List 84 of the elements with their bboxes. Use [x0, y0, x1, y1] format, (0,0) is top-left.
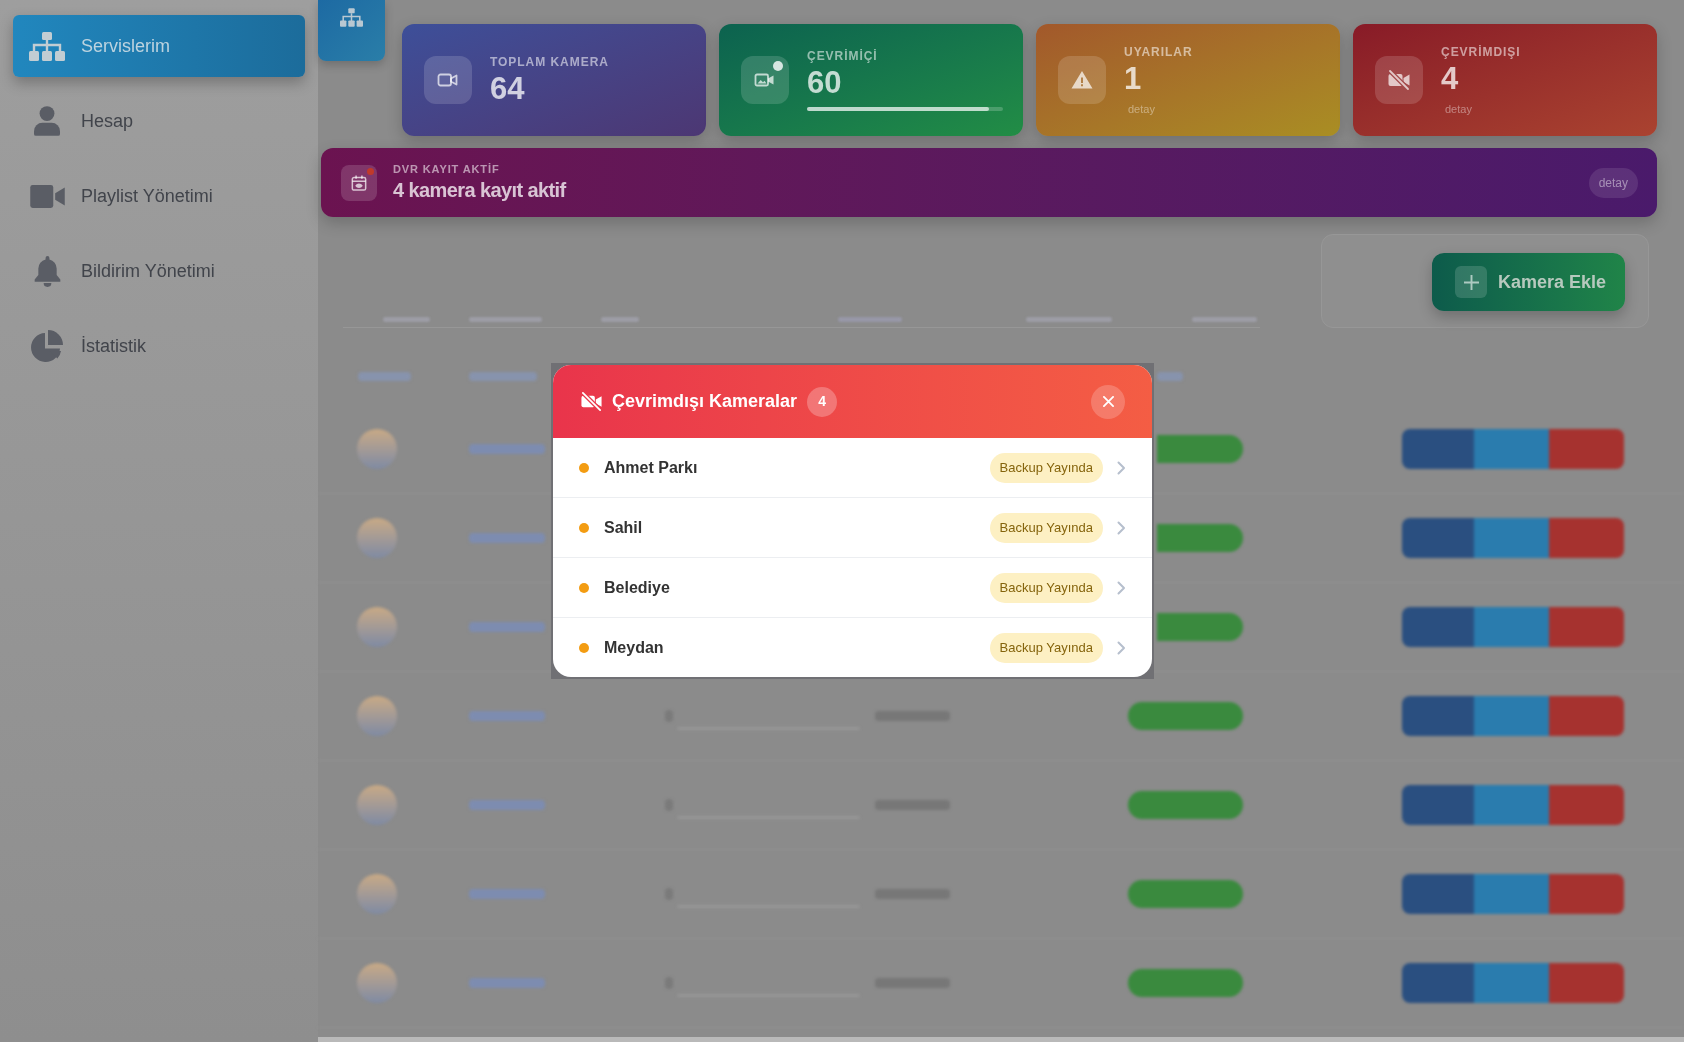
blurred-action-button[interactable] — [1402, 963, 1474, 1003]
blurred-action-button[interactable] — [1549, 874, 1624, 914]
stat-label: UYARILAR — [1124, 44, 1193, 59]
sitemap-icon — [340, 8, 363, 27]
warning-icon — [1058, 56, 1106, 104]
modal-title: Çevrimdışı Kameralar — [612, 390, 798, 413]
status-badge: Backup Yayında — [989, 572, 1103, 603]
avatar-icon — [357, 874, 397, 914]
avatar-icon — [357, 963, 397, 1003]
status-badge: Backup Yayında — [989, 452, 1103, 483]
blurred-action-button[interactable] — [1549, 696, 1624, 736]
stat-value: 64 — [490, 71, 526, 106]
menu-toggle-button[interactable] — [318, 0, 385, 61]
video-camera-icon — [424, 56, 472, 104]
sidebar-item[interactable]: İstatistik — [13, 315, 305, 377]
blurred-action-button[interactable] — [1402, 518, 1474, 558]
sidebar-item[interactable]: Bildirim Yönetimi — [13, 240, 305, 302]
blurred-action-button[interactable] — [1474, 429, 1549, 469]
blurred-action-button[interactable] — [1549, 785, 1624, 825]
camera-image-icon — [741, 56, 789, 104]
blurred-action-button[interactable] — [1402, 429, 1474, 469]
detail-link[interactable]: detay — [1445, 102, 1472, 116]
blurred-header-text — [1157, 371, 1183, 381]
chevron-right-icon[interactable] — [1117, 640, 1126, 655]
stat-label: ÇEVRİMDIŞI — [1441, 44, 1521, 59]
stat-label: ÇEVRİMİÇİ — [807, 49, 879, 63]
camera-name[interactable]: Belediye — [604, 575, 670, 600]
banner-text: 4 kamera kayıt aktif — [393, 178, 566, 202]
blurred-action-button[interactable] — [1474, 963, 1549, 1003]
blurred-action-button[interactable] — [1549, 518, 1624, 558]
blurred-action-button[interactable] — [1549, 963, 1624, 1003]
blurred-tab-text — [383, 317, 430, 322]
plus-icon — [1455, 266, 1487, 298]
camera-name[interactable]: Ahmet Parkı — [604, 455, 698, 480]
sidebar-item[interactable]: Servislerim — [13, 15, 305, 77]
avatar-icon — [357, 696, 397, 736]
video-off-icon — [580, 390, 603, 413]
sitemap-icon — [29, 31, 65, 61]
status-badge: Backup Yayında — [989, 512, 1103, 543]
detail-link[interactable]: detay — [1128, 102, 1155, 116]
close-icon — [1102, 396, 1114, 407]
user-icon — [34, 106, 60, 136]
pie-chart-icon — [31, 330, 63, 362]
chevron-right-icon[interactable] — [1117, 520, 1126, 535]
sidebar-item[interactable]: Playlist Yönetimi — [13, 165, 305, 227]
blurred-action-button[interactable] — [1474, 607, 1549, 647]
blurred-action-button[interactable] — [1402, 696, 1474, 736]
bell-icon — [33, 255, 61, 287]
camera-name[interactable]: Sahil — [604, 515, 643, 540]
detail-button[interactable]: detay — [1588, 167, 1638, 198]
blurred-action-button[interactable] — [1549, 607, 1624, 647]
blurred-header-text — [469, 371, 537, 381]
blurred-action-button[interactable] — [1474, 874, 1549, 914]
blurred-action-button[interactable] — [1474, 518, 1549, 558]
sidebar-item[interactable]: Hesap — [13, 90, 305, 152]
avatar-icon — [357, 518, 397, 558]
avatar-icon — [357, 429, 397, 469]
blurred-action-button[interactable] — [1402, 607, 1474, 647]
video-camera-icon — [29, 184, 65, 208]
add-camera-button[interactable]: Kamera Ekle — [1432, 253, 1625, 311]
blurred-action-button[interactable] — [1474, 696, 1549, 736]
count-badge: 4 — [807, 386, 838, 417]
calendar-icon — [341, 164, 377, 201]
chevron-right-icon[interactable] — [1117, 580, 1126, 595]
stat-value: 1 — [1124, 61, 1143, 96]
status-badge: Backup Yayında — [989, 632, 1103, 663]
blurred-tab-text — [838, 317, 902, 322]
close-button[interactable] — [1091, 384, 1125, 419]
blurred-tab-text — [1192, 317, 1257, 322]
camera-name[interactable]: Meydan — [604, 635, 664, 660]
banner-label: DVR KAYIT AKTİF — [393, 163, 501, 176]
blurred-header-text — [358, 371, 411, 381]
stat-label: TOPLAM KAMERA — [490, 54, 609, 69]
stat-value: 4 — [1441, 61, 1460, 96]
stat-value: 60 — [807, 66, 843, 100]
blurred-action-button[interactable] — [1474, 785, 1549, 825]
avatar-icon — [357, 785, 397, 825]
blurred-action-button[interactable] — [1549, 429, 1624, 469]
blurred-tab-text — [601, 317, 639, 322]
video-off-icon — [1375, 56, 1423, 104]
blurred-action-button[interactable] — [1402, 874, 1474, 914]
avatar-icon — [357, 607, 397, 647]
blurred-action-button[interactable] — [1402, 785, 1474, 825]
chevron-right-icon[interactable] — [1117, 460, 1126, 475]
